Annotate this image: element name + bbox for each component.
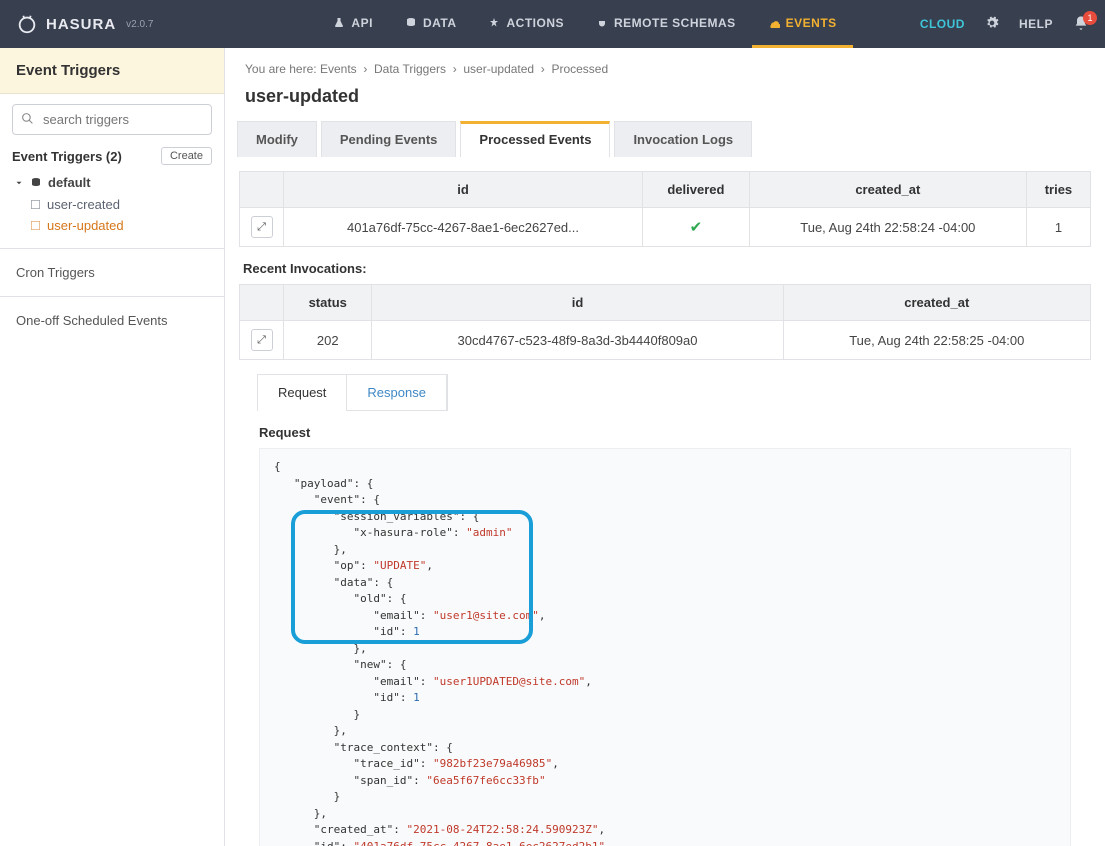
tab-invocation-logs[interactable]: Invocation Logs [614, 121, 752, 157]
chevron-down-icon [14, 178, 24, 188]
trigger-user-updated[interactable]: user-updated [12, 215, 212, 236]
event-created-at: Tue, Aug 24th 22:58:24 -04:00 [749, 208, 1026, 247]
breadcrumb-data-triggers[interactable]: Data Triggers [374, 62, 446, 76]
actions-icon [488, 17, 500, 29]
col-invocation-created-at[interactable]: created_at [783, 285, 1090, 321]
event-tries: 1 [1026, 208, 1090, 247]
page-title: user-updated [225, 84, 1105, 121]
col-delivered[interactable]: delivered [643, 172, 750, 208]
collapse-row-button[interactable]: ⤢ [251, 216, 273, 238]
cloud-link[interactable]: CLOUD [920, 17, 965, 31]
database-icon [30, 177, 42, 189]
invocation-id: 30cd4767-c523-48f9-8a3d-3b4440f809a0 [372, 321, 783, 360]
triggers-count-label: Event Triggers (2) [12, 149, 122, 164]
event-id: 401a76df-75cc-4267-8ae1-6ec2627ed... [284, 208, 643, 247]
brand-version: v2.0.7 [126, 19, 153, 30]
col-id[interactable]: id [284, 172, 643, 208]
col-invocation-id[interactable]: id [372, 285, 783, 321]
col-status[interactable]: status [284, 285, 372, 321]
hasura-logo-icon [16, 13, 38, 35]
search-triggers-input[interactable] [12, 104, 212, 135]
sidebar-oneoff-events[interactable]: One-off Scheduled Events [0, 296, 224, 344]
nav-data[interactable]: DATA [389, 0, 473, 48]
request-payload: { "payload": { "event": { "session_varia… [259, 448, 1071, 846]
schema-default[interactable]: default [12, 171, 212, 194]
request-label: Request [239, 411, 1091, 448]
help-link[interactable]: HELP [1019, 17, 1053, 31]
invocations-table: status id created_at ⤢ 202 30cd4767-c523… [239, 284, 1091, 360]
processed-events-table: id delivered created_at tries ⤢ 401a76df… [239, 171, 1091, 247]
table-icon [30, 220, 41, 231]
notifications-button[interactable]: 1 [1073, 15, 1089, 34]
invocation-row: ⤢ 202 30cd4767-c523-48f9-8a3d-3b4440f809… [240, 321, 1091, 360]
collapse-row-button[interactable]: ⤢ [251, 329, 273, 351]
plug-icon [596, 17, 608, 29]
brand-name: HASURA [46, 16, 116, 33]
breadcrumb-user-updated[interactable]: user-updated [463, 62, 534, 76]
recent-invocations-label: Recent Invocations: [239, 247, 1091, 284]
sidebar-cron-triggers[interactable]: Cron Triggers [0, 248, 224, 296]
breadcrumb: You are here: Events › Data Triggers › u… [225, 48, 1105, 84]
tab-pending-events[interactable]: Pending Events [321, 121, 457, 157]
event-row: ⤢ 401a76df-75cc-4267-8ae1-6ec2627ed... ✔… [240, 208, 1091, 247]
invocation-created-at: Tue, Aug 24th 22:58:25 -04:00 [783, 321, 1090, 360]
search-icon [21, 112, 34, 128]
sidebar-heading: Event Triggers [0, 48, 224, 94]
tab-request[interactable]: Request [258, 375, 347, 411]
gear-icon [985, 16, 999, 30]
flask-icon [333, 17, 345, 29]
col-created-at[interactable]: created_at [749, 172, 1026, 208]
logo[interactable]: HASURA v2.0.7 [16, 13, 153, 35]
breadcrumb-events[interactable]: Events [320, 62, 357, 76]
create-trigger-button[interactable]: Create [161, 147, 212, 165]
database-icon [405, 17, 417, 29]
tab-response[interactable]: Response [347, 375, 447, 411]
nav-remote-schemas[interactable]: REMOTE SCHEMAS [580, 0, 752, 48]
table-icon [30, 199, 41, 210]
nav-events[interactable]: EVENTS [752, 0, 853, 48]
settings-button[interactable] [985, 16, 999, 33]
invocation-status: 202 [284, 321, 372, 360]
nav-actions[interactable]: ACTIONS [472, 0, 580, 48]
notification-badge: 1 [1083, 11, 1097, 25]
trigger-user-created[interactable]: user-created [12, 194, 212, 215]
nav-api[interactable]: API [317, 0, 389, 48]
col-tries[interactable]: tries [1026, 172, 1090, 208]
tab-processed-events[interactable]: Processed Events [460, 121, 610, 157]
tab-modify[interactable]: Modify [237, 121, 317, 157]
breadcrumb-processed: Processed [551, 62, 608, 76]
cloud-icon [768, 17, 780, 29]
check-icon: ✔ [690, 219, 703, 236]
